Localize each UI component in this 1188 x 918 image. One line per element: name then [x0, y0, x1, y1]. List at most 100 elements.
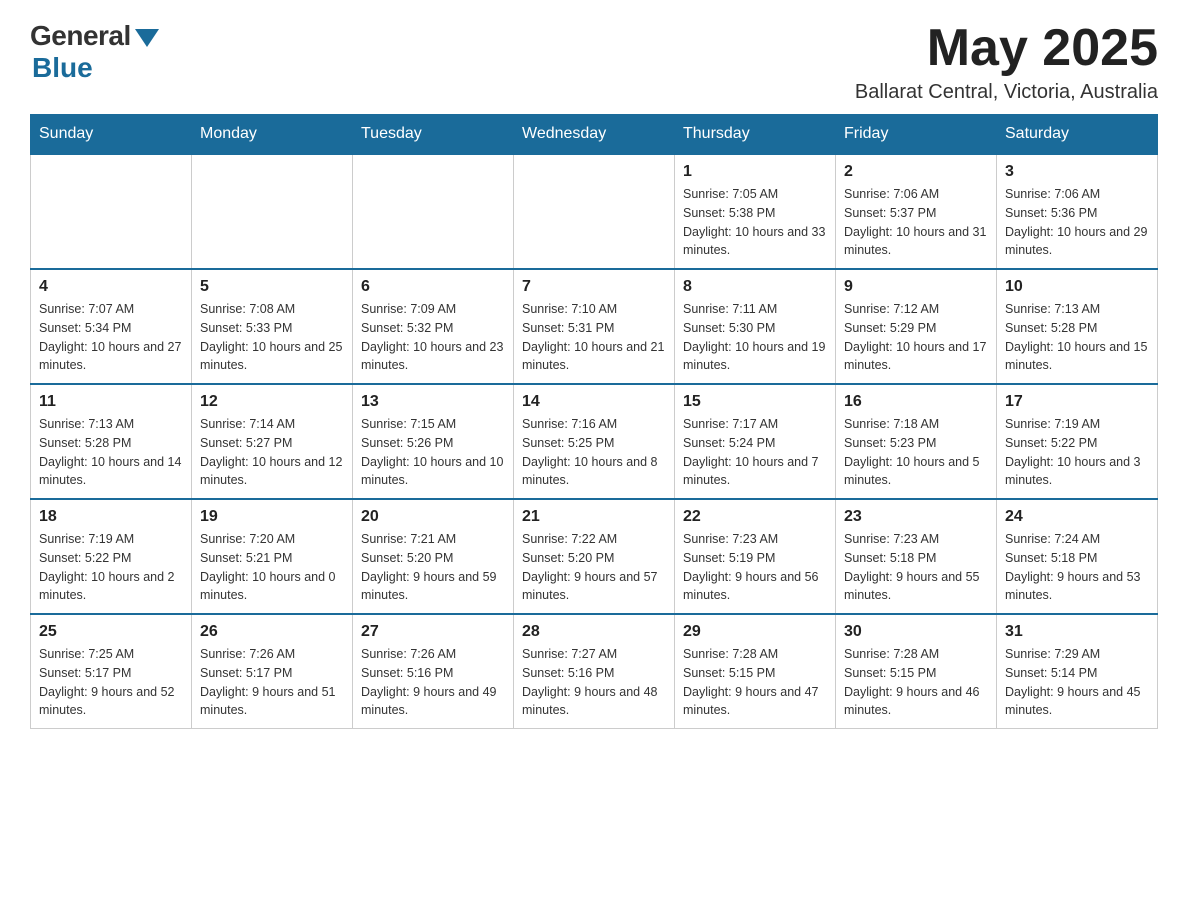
day-number: 5 [200, 278, 344, 296]
weekday-header-monday: Monday [192, 115, 353, 155]
day-number: 6 [361, 278, 505, 296]
day-number: 11 [39, 393, 183, 411]
day-info: Sunrise: 7:12 AMSunset: 5:29 PMDaylight:… [844, 300, 988, 375]
day-info: Sunrise: 7:23 AMSunset: 5:18 PMDaylight:… [844, 530, 988, 605]
calendar-day-cell: 9 Sunrise: 7:12 AMSunset: 5:29 PMDaylight… [836, 269, 997, 384]
calendar-day-cell: 5Sunrise: 7:08 AMSunset: 5:33 PMDaylight… [192, 269, 353, 384]
day-info: Sunrise: 7:05 AMSunset: 5:38 PMDaylight:… [683, 185, 827, 260]
day-info: Sunrise: 7:20 AMSunset: 5:21 PMDaylight:… [200, 530, 344, 605]
day-number: 10 [1005, 278, 1149, 296]
calendar-day-cell: 27Sunrise: 7:26 AMSunset: 5:16 PMDayligh… [353, 614, 514, 729]
calendar-day-cell: 30 Sunrise: 7:28 AMSunset: 5:15 PMDayligh… [836, 614, 997, 729]
calendar-day-cell: 8 Sunrise: 7:11 AMSunset: 5:30 PMDaylight… [675, 269, 836, 384]
day-info: Sunrise: 7:06 AMSunset: 5:36 PMDaylight:… [1005, 185, 1149, 260]
empty-cell [31, 154, 192, 269]
day-number: 26 [200, 623, 344, 641]
day-info: Sunrise: 7:19 AMSunset: 5:22 PMDaylight:… [1005, 415, 1149, 490]
logo: General Blue [30, 20, 159, 84]
day-number: 25 [39, 623, 183, 641]
day-number: 31 [1005, 623, 1149, 641]
day-number: 24 [1005, 508, 1149, 526]
calendar-day-cell: 3 Sunrise: 7:06 AMSunset: 5:36 PMDaylight… [997, 154, 1158, 269]
day-number: 28 [522, 623, 666, 641]
empty-cell [192, 154, 353, 269]
calendar-week-row: 25 Sunrise: 7:25 AMSunset: 5:17 PMDayligh… [31, 614, 1158, 729]
day-number: 30 [844, 623, 988, 641]
day-number: 19 [200, 508, 344, 526]
calendar-day-cell: 1Sunrise: 7:05 AMSunset: 5:38 PMDaylight… [675, 154, 836, 269]
day-info: Sunrise: 7:16 AMSunset: 5:25 PMDaylight:… [522, 415, 666, 490]
location-text: Ballarat Central, Victoria, Australia [855, 81, 1158, 104]
day-info: Sunrise: 7:26 AMSunset: 5:17 PMDaylight:… [200, 645, 344, 720]
day-number: 29 [683, 623, 827, 641]
calendar-day-cell: 4Sunrise: 7:07 AMSunset: 5:34 PMDaylight… [31, 269, 192, 384]
day-info: Sunrise: 7:28 AMSunset: 5:15 PMDaylight:… [844, 645, 988, 720]
day-info: Sunrise: 7:25 AMSunset: 5:17 PMDaylight:… [39, 645, 183, 720]
calendar-day-cell: 21 Sunrise: 7:22 AMSunset: 5:20 PMDayligh… [514, 499, 675, 614]
day-number: 7 [522, 278, 666, 296]
calendar-week-row: 18 Sunrise: 7:19 AMSunset: 5:22 PMDayligh… [31, 499, 1158, 614]
calendar-week-row: 4Sunrise: 7:07 AMSunset: 5:34 PMDaylight… [31, 269, 1158, 384]
calendar-day-cell: 20Sunrise: 7:21 AMSunset: 5:20 PMDayligh… [353, 499, 514, 614]
calendar-day-cell: 17 Sunrise: 7:19 AMSunset: 5:22 PMDayligh… [997, 384, 1158, 499]
weekday-header-wednesday: Wednesday [514, 115, 675, 155]
day-info: Sunrise: 7:29 AMSunset: 5:14 PMDaylight:… [1005, 645, 1149, 720]
calendar-day-cell: 29 Sunrise: 7:28 AMSunset: 5:15 PMDayligh… [675, 614, 836, 729]
empty-cell [353, 154, 514, 269]
calendar-header-row: SundayMondayTuesdayWednesdayThursdayFrid… [31, 115, 1158, 155]
day-info: Sunrise: 7:22 AMSunset: 5:20 PMDaylight:… [522, 530, 666, 605]
calendar-day-cell: 6 Sunrise: 7:09 AMSunset: 5:32 PMDaylight… [353, 269, 514, 384]
page-header: General Blue May 2025 Ballarat Central, … [30, 20, 1158, 104]
day-info: Sunrise: 7:15 AMSunset: 5:26 PMDaylight:… [361, 415, 505, 490]
day-number: 14 [522, 393, 666, 411]
day-info: Sunrise: 7:13 AMSunset: 5:28 PMDaylight:… [1005, 300, 1149, 375]
day-number: 8 [683, 278, 827, 296]
day-info: Sunrise: 7:06 AMSunset: 5:37 PMDaylight:… [844, 185, 988, 260]
calendar-day-cell: 16Sunrise: 7:18 AMSunset: 5:23 PMDayligh… [836, 384, 997, 499]
calendar-day-cell: 26 Sunrise: 7:26 AMSunset: 5:17 PMDayligh… [192, 614, 353, 729]
day-number: 2 [844, 163, 988, 181]
calendar-day-cell: 31 Sunrise: 7:29 AMSunset: 5:14 PMDayligh… [997, 614, 1158, 729]
day-info: Sunrise: 7:19 AMSunset: 5:22 PMDaylight:… [39, 530, 183, 605]
weekday-header-thursday: Thursday [675, 115, 836, 155]
day-number: 9 [844, 278, 988, 296]
calendar-day-cell: 11 Sunrise: 7:13 AMSunset: 5:28 PMDayligh… [31, 384, 192, 499]
day-number: 17 [1005, 393, 1149, 411]
day-number: 12 [200, 393, 344, 411]
day-info: Sunrise: 7:17 AMSunset: 5:24 PMDaylight:… [683, 415, 827, 490]
calendar-day-cell: 7Sunrise: 7:10 AMSunset: 5:31 PMDaylight… [514, 269, 675, 384]
day-info: Sunrise: 7:07 AMSunset: 5:34 PMDaylight:… [39, 300, 183, 375]
calendar-day-cell: 18 Sunrise: 7:19 AMSunset: 5:22 PMDayligh… [31, 499, 192, 614]
day-info: Sunrise: 7:11 AMSunset: 5:30 PMDaylight:… [683, 300, 827, 375]
day-info: Sunrise: 7:13 AMSunset: 5:28 PMDaylight:… [39, 415, 183, 490]
day-number: 18 [39, 508, 183, 526]
calendar-day-cell: 22Sunrise: 7:23 AMSunset: 5:19 PMDayligh… [675, 499, 836, 614]
calendar-day-cell: 13 Sunrise: 7:15 AMSunset: 5:26 PMDayligh… [353, 384, 514, 499]
day-number: 21 [522, 508, 666, 526]
day-number: 15 [683, 393, 827, 411]
day-info: Sunrise: 7:28 AMSunset: 5:15 PMDaylight:… [683, 645, 827, 720]
day-info: Sunrise: 7:14 AMSunset: 5:27 PMDaylight:… [200, 415, 344, 490]
month-title: May 2025 [855, 20, 1158, 77]
calendar-table: SundayMondayTuesdayWednesdayThursdayFrid… [30, 114, 1158, 729]
day-info: Sunrise: 7:09 AMSunset: 5:32 PMDaylight:… [361, 300, 505, 375]
calendar-day-cell: 19 Sunrise: 7:20 AMSunset: 5:21 PMDayligh… [192, 499, 353, 614]
weekday-header-saturday: Saturday [997, 115, 1158, 155]
day-number: 27 [361, 623, 505, 641]
calendar-day-cell: 25 Sunrise: 7:25 AMSunset: 5:17 PMDayligh… [31, 614, 192, 729]
calendar-week-row: 11 Sunrise: 7:13 AMSunset: 5:28 PMDayligh… [31, 384, 1158, 499]
weekday-header-sunday: Sunday [31, 115, 192, 155]
day-number: 16 [844, 393, 988, 411]
calendar-day-cell: 28 Sunrise: 7:27 AMSunset: 5:16 PMDayligh… [514, 614, 675, 729]
day-number: 13 [361, 393, 505, 411]
logo-arrow-icon [135, 29, 159, 47]
weekday-header-tuesday: Tuesday [353, 115, 514, 155]
day-number: 3 [1005, 163, 1149, 181]
day-info: Sunrise: 7:27 AMSunset: 5:16 PMDaylight:… [522, 645, 666, 720]
day-info: Sunrise: 7:23 AMSunset: 5:19 PMDaylight:… [683, 530, 827, 605]
title-area: May 2025 Ballarat Central, Victoria, Aus… [855, 20, 1158, 104]
logo-general-text: General [30, 20, 131, 52]
empty-cell [514, 154, 675, 269]
day-number: 23 [844, 508, 988, 526]
day-info: Sunrise: 7:21 AMSunset: 5:20 PMDaylight:… [361, 530, 505, 605]
